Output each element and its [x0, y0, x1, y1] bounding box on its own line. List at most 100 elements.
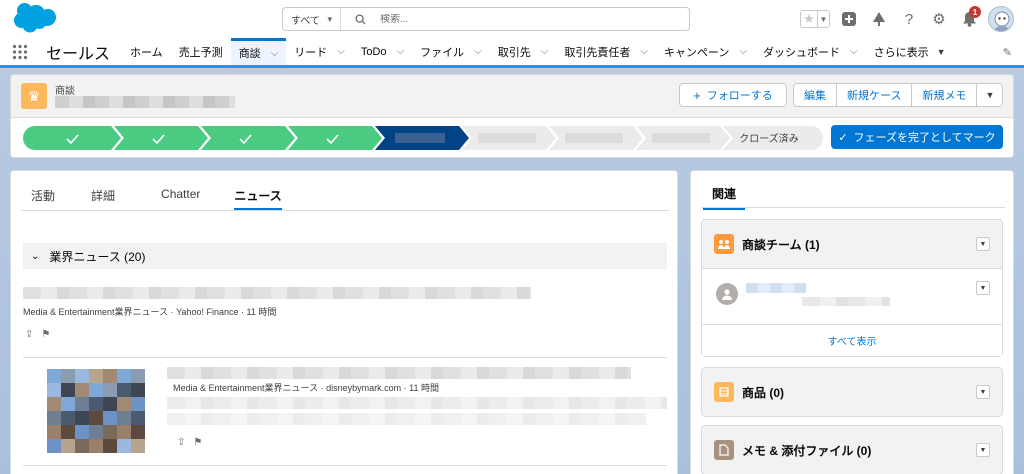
thumbnail-pixel: [47, 383, 61, 397]
help-button[interactable]: ?: [898, 8, 920, 30]
thumbnail-pixel: [89, 369, 103, 383]
view-all-link[interactable]: すべて表示: [702, 324, 1002, 356]
nav-item-home[interactable]: ホーム: [122, 38, 171, 65]
trailhead-button[interactable]: [868, 8, 890, 30]
search-scope-dropdown[interactable]: すべて ▼: [283, 8, 341, 30]
section-title: 業界ニュース (20): [49, 249, 146, 264]
flag-icon[interactable]: ⚑: [193, 437, 202, 448]
thumbnail-pixel: [47, 411, 61, 425]
follow-button[interactable]: + フォローする: [679, 83, 787, 107]
chevron-down-icon[interactable]: ⌵: [541, 46, 549, 57]
tab-news[interactable]: ニュース: [234, 183, 282, 210]
nav-item-label: ファイル: [420, 46, 465, 59]
thumbnail-pixel: [61, 383, 75, 397]
search-input[interactable]: [380, 13, 660, 25]
question-icon: ?: [904, 10, 914, 28]
main-tabs-card: 活動 詳細 Chatter ニュース ⌄ 業界ニュース (20) Media &…: [10, 170, 678, 474]
thumbnail-pixel: [103, 439, 117, 453]
favorites-menu-button[interactable]: ▼: [817, 11, 829, 27]
trailhead-icon: [873, 12, 885, 26]
chevron-down-icon[interactable]: ⌵: [850, 46, 858, 57]
related-list-menu-button[interactable]: ▼: [976, 385, 990, 399]
nav-item-campaigns[interactable]: キャンペーン ⌵: [656, 38, 755, 65]
nav-item-label: 売上予測: [178, 46, 223, 59]
edit-button[interactable]: 編集: [794, 84, 837, 106]
app-name: セールス: [46, 45, 111, 63]
nav-more-label: さらに表示: [873, 46, 929, 59]
related-list-products: 商品 (0) ▼: [701, 367, 1003, 417]
flag-icon[interactable]: ⚑: [41, 329, 50, 340]
thumbnail-pixel: [47, 397, 61, 411]
news-thumbnail-redacted[interactable]: [47, 369, 145, 453]
chevron-down-icon[interactable]: ⌵: [271, 48, 279, 59]
salesforce-logo[interactable]: [10, 3, 56, 35]
header-icons: ★ ▼ ? ⚙ 1: [800, 6, 1014, 32]
more-actions-button[interactable]: ▼: [977, 84, 1002, 106]
tab-details[interactable]: 詳細: [91, 183, 115, 210]
thumbnail-pixel: [47, 439, 61, 453]
new-note-button[interactable]: 新規メモ: [912, 84, 978, 106]
global-header: すべて ▼ ★ ▼ ? ⚙ 1: [0, 0, 1024, 38]
global-create-button[interactable]: [838, 8, 860, 30]
nav-item-label: 商談: [238, 48, 261, 60]
stage-label-redacted: [478, 133, 536, 143]
thumbnail-pixel: [75, 383, 89, 397]
industry-news-section-toggle[interactable]: ⌄ 業界ニュース (20): [23, 243, 667, 269]
share-icon[interactable]: ⇪: [25, 329, 33, 340]
star-icon[interactable]: ★: [801, 11, 817, 27]
thumbnail-pixel: [117, 411, 131, 425]
nav-item-label: キャンペーン: [663, 46, 730, 59]
nav-items: ホーム 売上予測 商談 ⌵ リード ⌵ ToDo ⌵ ファイル ⌵ 取引先 ⌵ 取引先責任…: [122, 38, 953, 65]
notifications-button[interactable]: 1: [958, 6, 981, 30]
nav-item-contacts[interactable]: 取引先責任者 ⌵: [556, 38, 656, 65]
tab-chatter[interactable]: Chatter: [161, 183, 200, 210]
nav-item-opportunities[interactable]: 商談 ⌵: [230, 38, 287, 65]
chevron-down-icon[interactable]: ⌵: [474, 46, 482, 57]
nav-item-forecasts[interactable]: 売上予測: [171, 38, 231, 65]
related-list-menu-button[interactable]: ▼: [976, 237, 990, 251]
related-list-header: 商談チーム (1) ▼: [702, 220, 1002, 268]
path-stage-complete-1[interactable]: [23, 126, 121, 150]
nav-item-accounts[interactable]: 取引先 ⌵: [490, 38, 557, 65]
nav-item-files[interactable]: ファイル ⌵: [412, 38, 490, 65]
tab-activity[interactable]: 活動: [31, 183, 55, 210]
thumbnail-pixel: [75, 397, 89, 411]
chevron-down-icon[interactable]: ⌵: [739, 46, 747, 57]
thumbnail-pixel: [117, 383, 131, 397]
edit-nav-button[interactable]: ✎: [1003, 46, 1012, 59]
member-name-redacted[interactable]: [746, 283, 806, 293]
plus-icon: [842, 12, 856, 26]
nav-item-leads[interactable]: リード ⌵: [286, 38, 353, 65]
share-icon[interactable]: ⇪: [177, 437, 185, 448]
new-case-button[interactable]: 新規ケース: [837, 84, 913, 106]
related-list-title[interactable]: 商談チーム (1): [742, 236, 976, 253]
thumbnail-pixel: [61, 397, 75, 411]
nav-item-dashboards[interactable]: ダッシュボード ⌵: [755, 38, 866, 65]
thumbnail-pixel: [103, 425, 117, 439]
mark-stage-complete-button[interactable]: ✓ フェーズを完了としてマーク: [831, 125, 1003, 149]
thumbnail-pixel: [61, 425, 75, 439]
chevron-down-icon[interactable]: ⌵: [337, 46, 345, 57]
setup-button[interactable]: ⚙: [928, 8, 950, 30]
astro-avatar-icon: [989, 7, 1013, 31]
thumbnail-pixel: [75, 439, 89, 453]
team-icon: [714, 234, 734, 254]
user-avatar[interactable]: [988, 6, 1014, 32]
member-menu-button[interactable]: ▼: [976, 281, 990, 295]
waffle-icon: [12, 44, 28, 59]
related-list-title[interactable]: メモ & 添付ファイル (0): [742, 442, 976, 459]
nav-item-todo[interactable]: ToDo ⌵: [353, 38, 412, 65]
note-icon: [714, 440, 734, 460]
app-launcher-button[interactable]: [0, 38, 40, 65]
chevron-down-icon[interactable]: ⌵: [640, 46, 648, 57]
related-list-title[interactable]: 商品 (0): [742, 384, 976, 401]
news-source: Media & Entertainment業界ニュース · disneybyma…: [173, 383, 439, 393]
thumbnail-pixel: [75, 425, 89, 439]
gear-icon: ⚙: [932, 11, 946, 28]
news-snippet-redacted: [167, 397, 667, 409]
nav-more-menu[interactable]: さらに表示 ▼: [866, 38, 954, 65]
chevron-down-icon[interactable]: ⌵: [397, 46, 405, 57]
user-icon: [716, 283, 738, 305]
related-list-menu-button[interactable]: ▼: [976, 443, 990, 457]
thumbnail-pixel: [131, 383, 145, 397]
